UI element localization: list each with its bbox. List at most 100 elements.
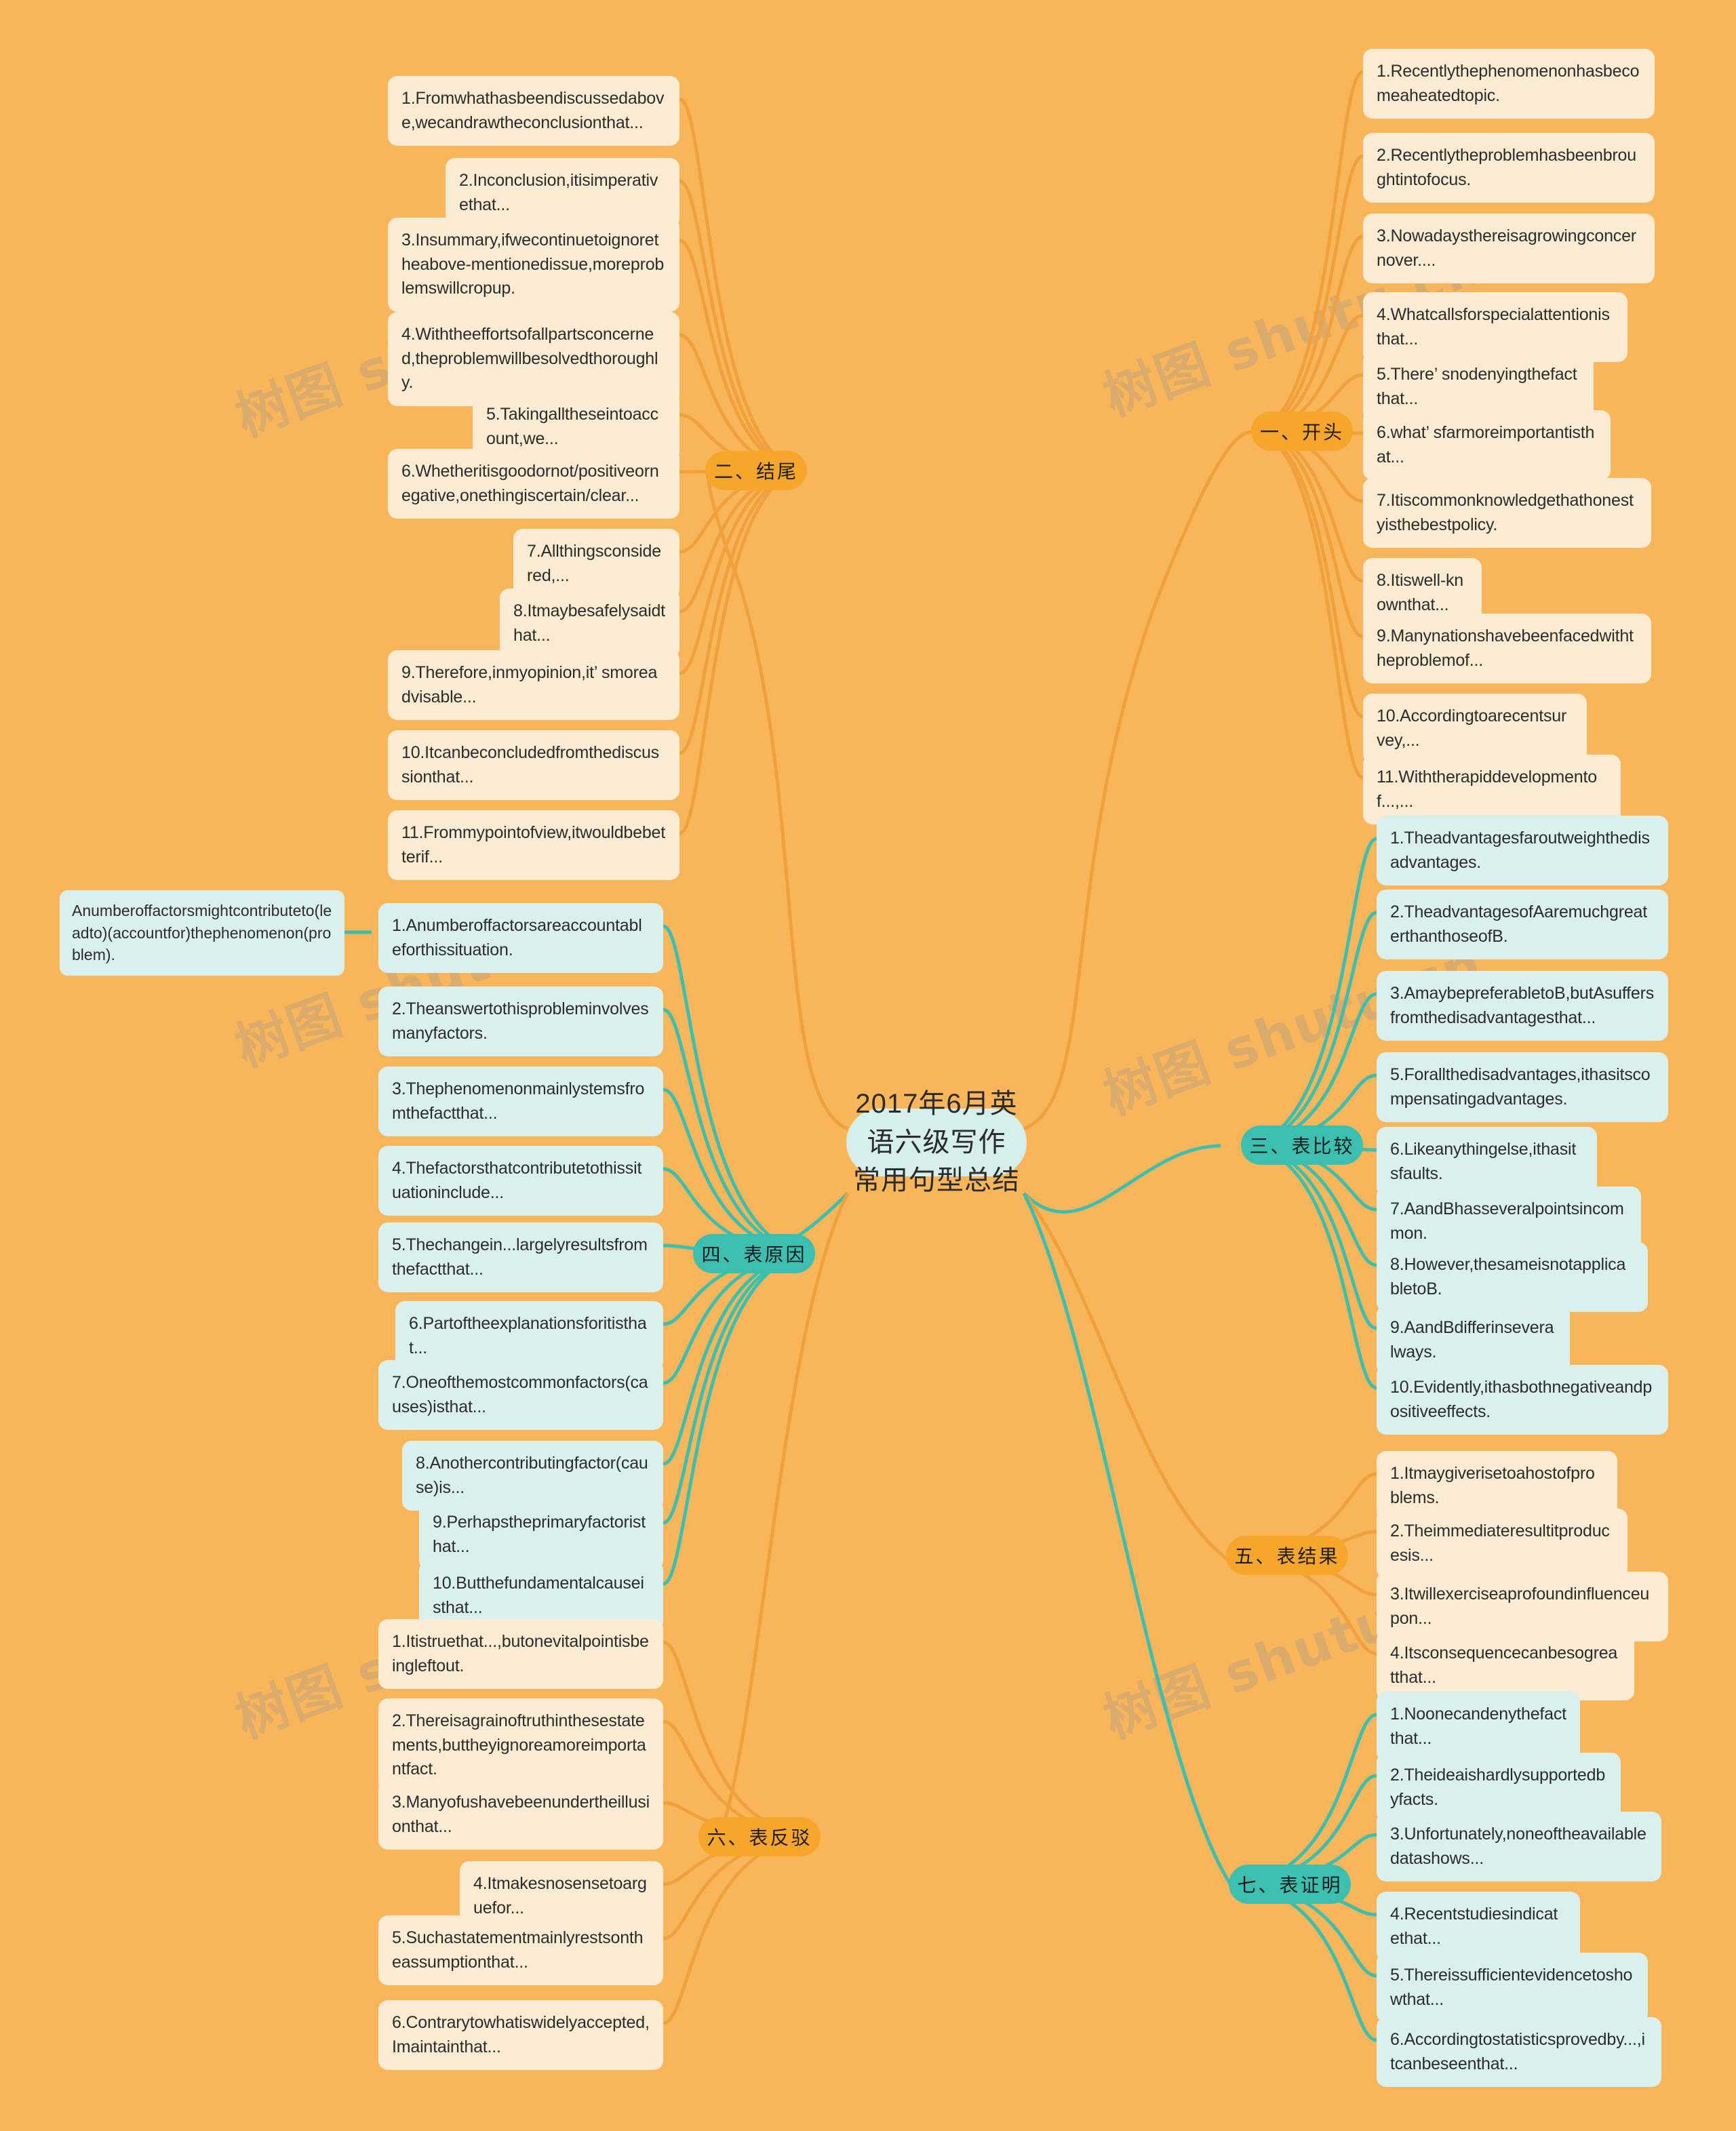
leaf-connector [1250,154,1364,433]
leaf-node[interactable]: 10.Itcanbeconcludedfromthediscussionthat… [388,730,679,800]
leaf-node[interactable]: 1.Itistruethat...,butonevitalpointisbein… [378,1619,663,1689]
leaf-node[interactable]: 1.Recentlythephenomenonhasbecomeaheatedt… [1363,49,1655,119]
leaf-connector [679,179,808,473]
leaf-node[interactable]: 1.Fromwhathasbeendiscussedabove,wecandra… [388,76,679,146]
leaf-node[interactable]: 5.Thereissufficientevidencetoshowthat... [1377,1953,1648,2023]
leaf-node[interactable]: 1.Anumberoffactorsareaccountableforthiss… [378,903,663,973]
leaf-connector [1240,992,1377,1147]
leaf-node[interactable]: 10.Accordingtoarecentsurvey,... [1363,694,1587,763]
branch-label-text: 七、表证明 [1237,1875,1343,1896]
leaf-node[interactable]: 6.Contrarytowhatiswidelyaccepted,Imainta… [378,2000,663,2070]
branch-label-b2[interactable]: 二、结尾 [705,451,807,490]
leaf-node[interactable]: 7.Itiscommonknowledgethathonestyisthebes… [1363,478,1651,548]
leaf-node[interactable]: 6.Accordingtostatisticsprovedby...,itcan… [1377,2017,1661,2087]
branch-label-b1[interactable]: 一、开头 [1251,412,1353,451]
root-node[interactable]: 2017年6月英语六级写作 常用句型总结 [846,1089,1027,1195]
leaf-node[interactable]: 3.Insummary,ifwecontinuetoignoretheabove… [388,218,679,312]
leaf-node-text: 9.Therefore,inmyopinion,it’ smoreadvisab… [401,663,658,706]
leaf-node-text: 3.Unfortunately,noneoftheavailabledatash… [1390,1825,1646,1868]
leaf-node-text: 2.Theideaishardlysupportedbyfacts. [1390,1766,1606,1809]
branch-label-b3[interactable]: 三、表比较 [1241,1126,1363,1165]
leaf-node[interactable]: 4.Thefactorsthatcontributetothissituatio… [378,1146,663,1216]
leaf-node-text: 2.Theanswertothisprobleminvolvesmanyfact… [392,999,649,1043]
leaf-node-text: 1.Fromwhathasbeendiscussedabove,wecandra… [401,89,665,132]
leaf-node-text: 6.Accordingtostatisticsprovedby...,itcan… [1390,2030,1645,2073]
leaf-node-text: 4.Thefactorsthatcontributetothissituatio… [392,1159,642,1202]
leaf-node[interactable]: 2.Thereisagrainoftruthinthesestatements,… [378,1698,663,1793]
leaf-node-text: 5.Forallthedisadvantages,ithasitscompens… [1390,1065,1651,1109]
leaf-node[interactable]: 2.Theimmediateresultitproducesis... [1377,1509,1628,1578]
leaf-node-text: 6.Partoftheexplanationsforitisthat... [409,1314,647,1357]
leaf-node[interactable]: 8.Itmaybesafelysaidthat... [500,589,679,658]
leaf-node[interactable]: 8.However,thesameisnotapplicabletoB. [1377,1242,1648,1312]
leaf-node[interactable]: 3.Unfortunately,noneoftheavailabledatash… [1377,1812,1661,1881]
branch-label-b6[interactable]: 六、表反驳 [698,1817,821,1856]
leaf-node-text: 3.Manyofushavebeenundertheillusionthat..… [392,1793,650,1836]
leaf-node-text: 7.Allthingsconsidered,... [527,542,661,585]
leaf-node-text: 7.AandBhasseveralpointsincommon. [1390,1199,1624,1243]
leaf-node[interactable]: 1.Noonecandenythefactthat... [1377,1692,1580,1761]
leaf-node[interactable]: 2.Theanswertothisprobleminvolvesmanyfact… [378,987,663,1056]
leaf-node-text: 3.Insummary,ifwecontinuetoignoretheabove… [401,231,665,298]
branch-label-text: 四、表原因 [701,1244,807,1265]
leaf-node-text: 4.Withtheeffortsofallpartsconcerned,thep… [401,325,658,392]
leaf-connector [679,469,808,614]
root-title: 2017年6月英语六级写作 常用句型总结 [853,1088,1020,1196]
leaf-connector [1240,1143,1377,1390]
leaf-node[interactable]: 11.Frommypointofview,itwouldbebetterif..… [388,810,679,880]
leaf-node[interactable]: 2.TheadvantagesofAaremuchgreaterthanthos… [1377,890,1668,959]
leaf-connector [679,469,808,835]
leaf-node-text: 8.Itiswell-knownthat... [1377,571,1463,614]
leaf-node-text: 10.Accordingtoarecentsurvey,... [1377,706,1567,750]
leaf-node[interactable]: 5.Thechangein...largelyresultsfromthefac… [378,1222,663,1292]
leaf-node[interactable]: 9.Perhapstheprimaryfactoristhat... [419,1500,663,1570]
leaf-node[interactable]: 7.Oneofthemostcommonfactors(causes)istha… [378,1360,663,1430]
leaf-connector [663,1252,816,1525]
leaf-node-text: 5.There’ snodenyingthefactthat... [1377,365,1577,408]
leaf-node-text: 10.Butthefundamentalcauseisthat... [433,1574,644,1617]
leaf-node[interactable]: 11.Withtherapiddevelopmentof...,... [1363,755,1621,824]
leaf-node-text: 2.Theimmediateresultitproducesis... [1390,1521,1610,1565]
leaf-node[interactable]: 4.Recentstudiesindicatethat... [1377,1892,1580,1961]
leaf-node-text: 1.Itistruethat...,butonevitalpointisbein… [392,1632,649,1675]
leaf-node-text: 4.Itmakesnosensetoarguefor... [473,1874,647,1917]
leaf-connector [1250,429,1364,583]
leaf-node-text: 10.Evidently,ithasbothnegativeandpositiv… [1390,1378,1653,1421]
leaf-connector [1228,1882,1377,2042]
leaf-node-text: 1.Noonecandenythefactthat... [1390,1705,1566,1748]
leaf-connector [663,1008,816,1256]
leaf-node[interactable]: 4.Itsconsequencecanbesogreatthat... [1377,1631,1634,1700]
leaf-node-text: 2.TheadvantagesofAaremuchgreaterthanthos… [1390,902,1647,946]
leaf-node[interactable]: 5.Forallthedisadvantages,ithasitscompens… [1377,1052,1668,1122]
leaf-node[interactable]: 6.Whetheritisgoodornot/positiveornegativ… [388,449,679,519]
leaf-node-text: 9.Perhapstheprimaryfactoristhat... [433,1513,646,1556]
leaf-connector [663,924,816,1256]
leaf-node-text: 1.Itmaygiverisetoahostofproblems. [1390,1464,1595,1507]
leaf-node-text: 8.Itmaybesafelysaidthat... [513,601,665,645]
leaf-connector [1240,1143,1377,1330]
leaf-connector [1240,837,1377,1147]
leaf-connector [663,1252,816,1586]
leaf-node[interactable]: 2.Recentlytheproblemhasbeenbroughtintofo… [1363,133,1655,203]
leaf-node-text: 6.Whetheritisgoodornot/positiveornegativ… [401,462,659,505]
leaf-connector [679,333,808,473]
branch-label-text: 三、表比较 [1249,1136,1355,1157]
leaf-node-text: 11.Frommypointofview,itwouldbebetterif..… [401,823,665,867]
branch-label-b7[interactable]: 七、表证明 [1229,1865,1351,1904]
leaf-node[interactable]: 9.Therefore,inmyopinion,it’ smoreadvisab… [388,650,679,720]
leaf-node[interactable]: 1.Theadvantagesfaroutweighthedisadvantag… [1377,816,1668,885]
leaf-node[interactable]: 3.AmaybepreferabletoB,butAsuffersfromthe… [1377,971,1668,1041]
leaf-node[interactable]: 3.Thephenomenonmainlystemsfromthefacttha… [378,1067,663,1136]
leaf-connector [1240,911,1377,1147]
leaf-node-text: 4.Itsconsequencecanbesogreatthat... [1390,1644,1618,1687]
branch-label-b4[interactable]: 四、表原因 [693,1234,815,1273]
leaf-node[interactable]: 3.Nowadaysthereisagrowingconcernover.... [1363,214,1655,283]
leaf-node[interactable]: 6.what’ sfarmoreimportantisthat... [1363,410,1611,480]
leaf-node[interactable]: 3.Manyofushavebeenundertheillusionthat..… [378,1780,663,1850]
branch-label-b5[interactable]: 五、表结果 [1226,1536,1348,1575]
leaf-node[interactable]: 9.Manynationshavebeenfacedwiththeproblem… [1363,614,1651,683]
leaf-node[interactable]: 5.Suchastatementmainlyrestsontheassumpti… [378,1915,663,1985]
leaf-node[interactable]: 10.Evidently,ithasbothnegativeandpositiv… [1377,1365,1668,1435]
leaf-node-text: 9.AandBdifferinseveralways. [1390,1318,1554,1361]
side-note-factors[interactable]: Anumberoffactorsmightcontributeto(leadto… [60,890,344,976]
